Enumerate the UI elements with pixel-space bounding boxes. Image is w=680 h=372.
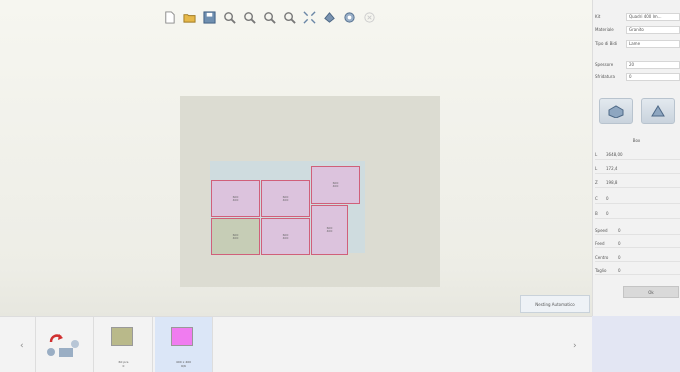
box-row: C0: [595, 194, 680, 204]
box-value[interactable]: 3648,00: [604, 152, 680, 157]
zoom-in-icon[interactable]: [220, 8, 238, 26]
bottom-panel: [592, 316, 680, 372]
piece-label: 600 400: [326, 226, 333, 233]
paint-icon[interactable]: [320, 8, 338, 26]
piece-swatch: [171, 327, 193, 346]
speed-row: Feed 0: [595, 239, 680, 248]
piece[interactable]: 600 400: [261, 218, 310, 255]
save-icon[interactable]: [200, 8, 218, 26]
field-value[interactable]: Quadri 400 Im...: [626, 12, 680, 21]
piece-label: 600 400: [282, 232, 289, 240]
nesting-button[interactable]: Nesting Automatico: [520, 295, 590, 313]
speed-value[interactable]: 0: [616, 228, 680, 233]
thumb-label: 400 x 400 6/6: [175, 360, 192, 368]
thumb-piece-selected[interactable]: 400 x 400 6/6: [155, 317, 213, 372]
field-label: Sfridatura: [595, 74, 615, 79]
new-file-icon[interactable]: [160, 8, 178, 26]
zoom-selection-icon[interactable]: [280, 8, 298, 26]
field-label: Tipo di Bidi: [595, 41, 618, 46]
thumb-piece[interactable]: 60 pcs 0: [95, 317, 153, 372]
box-label: L: [595, 152, 598, 157]
box-value[interactable]: 0: [604, 196, 680, 201]
speed-row: Speed 0: [595, 226, 680, 235]
speed-value[interactable]: 0: [616, 241, 680, 246]
view-3d-button[interactable]: [599, 98, 633, 124]
piece[interactable]: 600 400: [311, 205, 348, 255]
ok-button[interactable]: Ok: [623, 286, 679, 298]
speed-label: Taglio: [595, 267, 607, 273]
field-sfridatura: Sfridatura 0: [595, 72, 680, 81]
field-value[interactable]: Granito: [626, 25, 680, 34]
speed-row: Centro 0: [595, 253, 680, 262]
field-label: Spessore: [595, 62, 614, 67]
speed-value[interactable]: 0: [616, 268, 680, 273]
speed-value[interactable]: 0: [616, 255, 680, 260]
chevron-left-icon[interactable]: ‹: [20, 341, 24, 351]
box-label: Z: [595, 180, 598, 185]
piece-label: 600 400: [282, 194, 289, 202]
zoom-fit-icon[interactable]: [260, 8, 278, 26]
box-header: Box: [632, 138, 641, 143]
workspace[interactable]: 600 400 600 400 600 400 600 400 600 400 …: [0, 0, 592, 316]
piece-label: 600 400: [232, 194, 239, 202]
view-shape-button[interactable]: [641, 98, 675, 124]
box-row: L 172,4: [595, 164, 680, 174]
cube-icon: [608, 105, 624, 118]
move-pieces-icon: [47, 334, 79, 357]
thumb-tools[interactable]: [36, 317, 94, 372]
speed-label: Feed: [595, 240, 605, 246]
open-folder-icon[interactable]: [180, 8, 198, 26]
field-label: Kit: [595, 14, 601, 19]
box-row: B0: [595, 209, 680, 219]
field-label: Materiale: [595, 27, 614, 32]
box-row: L 3648,00: [595, 150, 680, 160]
box-row: Z 198,8: [595, 178, 680, 188]
chevron-right-icon[interactable]: ›: [573, 341, 577, 351]
field-value[interactable]: 0: [626, 72, 680, 81]
field-value[interactable]: Lame: [626, 39, 680, 48]
piece-label: 600 400: [332, 181, 339, 188]
field-spessore: Spessore 20: [595, 60, 680, 69]
toolbar: [160, 5, 378, 29]
speed-row: Taglio 0: [595, 266, 680, 275]
zoom-out-icon[interactable]: [240, 8, 258, 26]
thumb-label: 60 pcs 0: [118, 360, 129, 368]
piece-swatch: [111, 327, 133, 346]
speed-label: Centro: [595, 254, 609, 260]
field-value[interactable]: 20: [626, 60, 680, 69]
shape-icon: [651, 105, 665, 117]
piece[interactable]: 600 400: [211, 218, 260, 255]
piece[interactable]: 600 400: [261, 180, 310, 217]
pieces-strip: ‹ 60 pcs 0 400 x 400 6/6 ›: [0, 316, 592, 372]
piece-label: 600 400: [232, 232, 239, 240]
expand-icon[interactable]: [300, 8, 318, 26]
box-value[interactable]: 172,4: [604, 166, 680, 171]
field-kit: Kit Quadri 400 Im...: [595, 12, 680, 21]
box-value[interactable]: 198,8: [604, 180, 680, 185]
field-tipo: Tipo di Bidi Lame: [595, 39, 680, 48]
box-value[interactable]: 0: [604, 211, 680, 216]
speed-label: Speed: [595, 227, 608, 233]
box-label: L: [595, 166, 598, 171]
field-materiale: Materiale Granito: [595, 25, 680, 34]
piece[interactable]: 600 400: [211, 180, 260, 217]
close-icon[interactable]: [360, 8, 378, 26]
box-label: C: [595, 196, 598, 201]
box-label: B: [595, 211, 598, 216]
settings-icon[interactable]: [340, 8, 358, 26]
piece[interactable]: 600 400: [311, 166, 360, 204]
properties-panel: Kit Quadri 400 Im... Materiale Granito Tip…: [592, 0, 680, 316]
